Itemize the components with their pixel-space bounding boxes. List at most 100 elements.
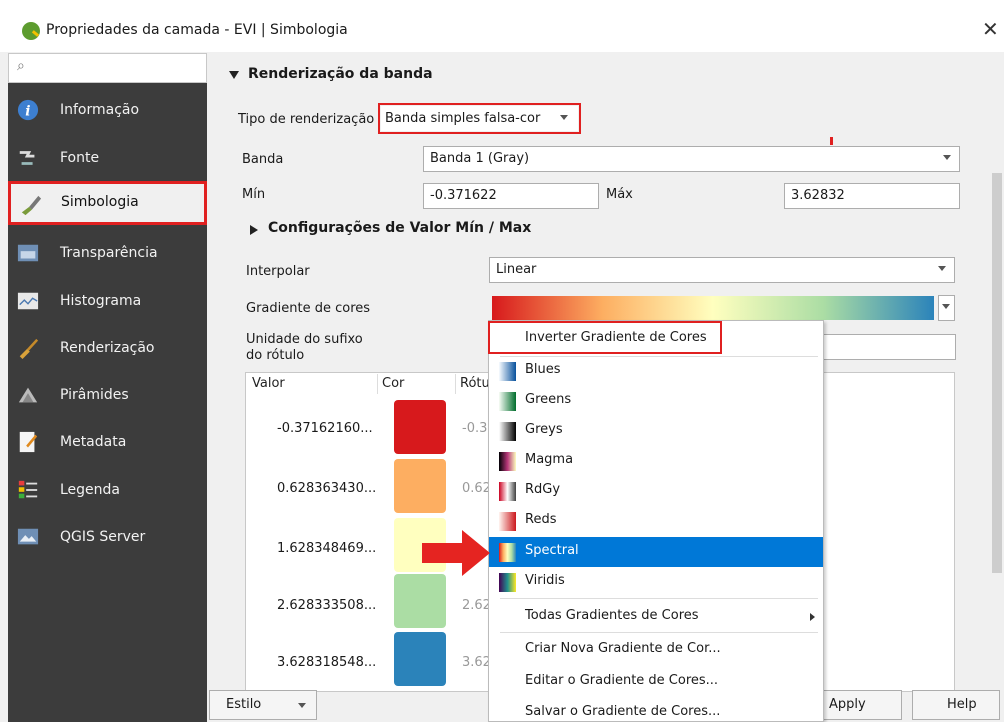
table-row-color[interactable] bbox=[394, 574, 446, 628]
menu-item-viridis[interactable]: Viridis bbox=[489, 567, 823, 597]
rdgy-ramp-icon bbox=[499, 482, 516, 501]
chevron-down-icon bbox=[298, 703, 306, 708]
expand-arrow-icon[interactable] bbox=[250, 225, 258, 235]
table-header-valor[interactable]: Valor bbox=[252, 376, 285, 391]
sidebar-item-transparencia[interactable]: Transparência bbox=[8, 232, 207, 276]
menu-item-reds[interactable]: Reds bbox=[489, 506, 823, 536]
min-input[interactable]: -0.371622 bbox=[423, 183, 599, 209]
sidebar-item-simbologia[interactable]: Simbologia bbox=[8, 181, 207, 225]
search-input[interactable]: ⌕ bbox=[8, 53, 207, 83]
invert-gradient-item[interactable]: Inverter Gradiente de Cores bbox=[525, 330, 707, 345]
menu-item-greens[interactable]: Greens bbox=[489, 386, 823, 416]
menu-item-label: Greys bbox=[525, 422, 563, 437]
search-icon: ⌕ bbox=[17, 58, 25, 74]
menu-item-spectral[interactable]: Spectral bbox=[489, 537, 823, 567]
render-type-label: Tipo de renderização bbox=[238, 112, 375, 127]
menu-item-create-ramp[interactable]: Criar Nova Gradiente de Cor... bbox=[525, 641, 721, 656]
band-label: Banda bbox=[242, 152, 284, 167]
table-header-cor[interactable]: Cor bbox=[382, 376, 404, 391]
help-button[interactable]: Help bbox=[912, 690, 1000, 720]
section-title: Renderização da banda bbox=[248, 66, 433, 82]
max-label: Máx bbox=[606, 187, 633, 202]
table-row-value[interactable]: 3.628318548... bbox=[277, 655, 376, 670]
histogram-icon bbox=[17, 292, 39, 310]
menu-separator bbox=[500, 632, 818, 633]
render-type-value: Banda simples falsa-cor bbox=[385, 111, 541, 126]
color-ramp-preview[interactable] bbox=[492, 296, 934, 320]
reds-ramp-icon bbox=[499, 512, 516, 531]
blues-ramp-icon bbox=[499, 362, 516, 381]
table-row-color[interactable] bbox=[394, 400, 446, 454]
menu-item-edit-ramp[interactable]: Editar o Gradiente de Cores... bbox=[525, 673, 718, 688]
table-row-value[interactable]: 1.628348469... bbox=[277, 541, 376, 556]
suffix-label-line1: Unidade do sufixo bbox=[246, 332, 363, 347]
menu-item-all-ramps[interactable]: Todas Gradientes de Cores bbox=[525, 608, 699, 623]
table-row-label[interactable]: 2.62 bbox=[462, 598, 491, 613]
rendering-icon bbox=[19, 338, 39, 359]
sidebar-item-piramides[interactable]: Pirâmides bbox=[8, 374, 207, 418]
style-dropdown[interactable]: Estilo bbox=[209, 690, 317, 720]
table-row-label[interactable]: 3.62 bbox=[462, 655, 491, 670]
sidebar-item-renderizacao[interactable]: Renderização bbox=[8, 327, 207, 371]
menu-item-label: RdGy bbox=[525, 482, 561, 497]
gradient-label: Gradiente de cores bbox=[246, 301, 371, 316]
metadata-icon bbox=[19, 431, 38, 453]
apply-label: Apply bbox=[829, 697, 866, 712]
table-row-label[interactable]: -0.3 bbox=[462, 421, 487, 436]
help-label: Help bbox=[947, 697, 977, 712]
chevron-down-icon bbox=[938, 266, 946, 271]
style-label: Estilo bbox=[226, 697, 262, 712]
menu-item-label: Greens bbox=[525, 392, 572, 407]
sidebar-item-label: Metadata bbox=[60, 434, 127, 450]
legend-icon bbox=[18, 480, 38, 499]
sidebar-item-legenda[interactable]: Legenda bbox=[8, 469, 207, 513]
color-ramp-dropdown-button[interactable] bbox=[938, 295, 955, 321]
band-select[interactable]: Banda 1 (Gray) bbox=[423, 146, 960, 172]
band-value: Banda 1 (Gray) bbox=[430, 151, 530, 166]
column-divider bbox=[455, 374, 456, 394]
transparency-icon bbox=[17, 244, 39, 262]
sidebar-item-informacao[interactable]: i Informação bbox=[8, 89, 207, 133]
table-header-rotulo[interactable]: Rótu bbox=[460, 376, 490, 391]
suffix-input[interactable] bbox=[820, 334, 956, 360]
table-row-value[interactable]: 0.628363430... bbox=[277, 481, 376, 496]
brush-icon bbox=[21, 195, 42, 216]
menu-item-greys[interactable]: Greys bbox=[489, 416, 823, 446]
chevron-down-icon bbox=[943, 155, 951, 160]
max-input[interactable]: 3.62832 bbox=[784, 183, 960, 209]
table-row-color[interactable] bbox=[394, 459, 446, 513]
title-bar: Propriedades da camada - EVI | Simbologi… bbox=[0, 0, 1004, 52]
menu-item-label: Viridis bbox=[525, 573, 565, 588]
sidebar-item-label: Informação bbox=[60, 102, 140, 118]
interpolate-select[interactable]: Linear bbox=[489, 257, 955, 283]
table-row-color[interactable] bbox=[394, 632, 446, 686]
scrollbar-thumb[interactable] bbox=[992, 173, 1002, 573]
sidebar-item-fonte[interactable]: Fonte bbox=[8, 137, 207, 181]
menu-item-save-ramp[interactable]: Salvar o Gradiente de Cores... bbox=[525, 704, 720, 719]
vertical-scrollbar[interactable] bbox=[990, 53, 1004, 693]
menu-item-label: Magma bbox=[525, 452, 574, 467]
collapse-arrow-icon[interactable] bbox=[229, 71, 239, 79]
chevron-down-icon bbox=[942, 304, 950, 309]
minmax-section-title[interactable]: Configurações de Valor Mín / Max bbox=[268, 220, 531, 236]
sidebar-item-histograma[interactable]: Histograma bbox=[8, 280, 207, 324]
sidebar-item-label: Renderização bbox=[60, 340, 155, 356]
table-row-value[interactable]: -0.37162160... bbox=[277, 421, 373, 436]
qgis-logo-icon bbox=[22, 22, 40, 40]
svg-text:i: i bbox=[25, 104, 30, 120]
table-row-value[interactable]: 2.628333508... bbox=[277, 598, 376, 613]
magma-ramp-icon bbox=[499, 452, 516, 471]
menu-item-magma[interactable]: Magma bbox=[489, 446, 823, 476]
sidebar-item-label: Transparência bbox=[60, 245, 158, 261]
sidebar-item-label: Simbologia bbox=[61, 194, 139, 210]
suffix-label-line2: do rótulo bbox=[246, 348, 305, 363]
source-icon bbox=[19, 151, 35, 165]
sidebar-item-metadata[interactable]: Metadata bbox=[8, 421, 207, 465]
menu-item-blues[interactable]: Blues bbox=[489, 356, 823, 386]
render-type-select[interactable]: Banda simples falsa-cor bbox=[381, 106, 578, 131]
table-row-label[interactable]: 0.62 bbox=[462, 481, 491, 496]
close-icon[interactable]: ✕ bbox=[982, 17, 999, 41]
menu-item-rdgy[interactable]: RdGy bbox=[489, 476, 823, 506]
info-icon: i bbox=[17, 99, 39, 121]
sidebar-item-qgis-server[interactable]: QGIS Server bbox=[8, 516, 207, 560]
